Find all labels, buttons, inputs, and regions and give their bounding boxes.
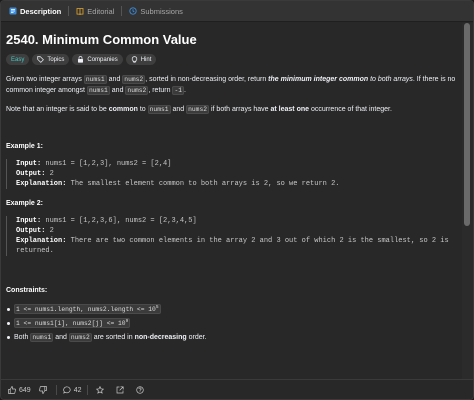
note-text: and	[170, 106, 187, 113]
thumbs-down-icon	[38, 386, 47, 394]
example-2-block: Input: nums1 = [1,2,3,6], nums2 = [2,3,4…	[6, 216, 458, 256]
statement-text: and	[106, 76, 123, 83]
nums1-code: nums1	[30, 332, 54, 342]
constraint-2-exponent: 9	[125, 318, 129, 324]
statement-emphasis: the minimum integer common	[268, 76, 369, 83]
example-1-heading: Example 1:	[6, 143, 43, 150]
statement-text: .	[184, 87, 186, 94]
nums2-code: nums2	[122, 75, 146, 84]
note-text: to	[137, 106, 148, 113]
problem-note: Note that an integer is said to be commo…	[6, 104, 458, 115]
tab-description-label: Description	[20, 6, 62, 16]
explanation-value: There are two common elements in the arr…	[66, 237, 449, 245]
input-value: nums1 = [1,2,3,6], nums2 = [2,3,4,5]	[41, 217, 197, 225]
statement-text: , sorted in non-decreasing order, return	[145, 76, 269, 83]
constraints-heading: Constraints:	[6, 287, 48, 294]
tab-submissions-label: Submissions	[140, 6, 183, 16]
tab-divider	[121, 6, 123, 16]
nums1-code: nums1	[86, 86, 110, 95]
explanation-continued: returned.	[16, 247, 54, 255]
tab-editorial-label: Editorial	[87, 6, 115, 16]
editorial-icon	[76, 7, 84, 15]
explanation-label: Explanation:	[16, 180, 67, 188]
problem-panel: Description Editorial Submissions 2540. …	[0, 0, 474, 400]
hint-label: Hint	[140, 56, 152, 63]
constraint-3-text: order.	[186, 333, 207, 341]
output-value: 2	[45, 227, 54, 235]
dislike-button[interactable]	[35, 383, 54, 398]
example-1-block: Input: nums1 = [1,2,3], nums2 = [2,4] Ou…	[6, 159, 458, 189]
problem-statement: Given two integer arrays nums1 and nums2…	[6, 74, 458, 96]
share-icon[interactable]	[116, 386, 125, 394]
input-value: nums1 = [1,2,3], nums2 = [2,4]	[41, 160, 172, 168]
tab-divider	[68, 6, 70, 16]
example-2-heading: Example 2:	[6, 200, 43, 207]
note-text: if both arrays have	[209, 106, 271, 113]
description-icon	[9, 7, 17, 15]
note-emphasis: common	[108, 106, 138, 113]
input-label: Input:	[16, 160, 42, 168]
topics-icon	[37, 56, 45, 63]
thumbs-up-icon	[8, 386, 16, 394]
explanation-label: Explanation:	[16, 237, 67, 245]
footer-divider	[55, 385, 57, 395]
minus-one-code: -1	[172, 86, 185, 95]
explanation-value: The smallest element common to both arra…	[66, 180, 340, 188]
note-text: Note that an integer is said to be	[6, 106, 109, 113]
hint-icon	[131, 56, 138, 63]
constraint-item: 1 <= nums1.length, nums2.length <= 105	[6, 302, 458, 316]
action-bar: 649 42	[1, 379, 473, 399]
constraint-1-exponent: 5	[155, 304, 159, 310]
star-icon[interactable]	[96, 386, 105, 394]
output-value: 2	[45, 170, 54, 178]
comment-icon	[62, 386, 71, 394]
nums1-code: nums1	[83, 75, 107, 84]
description-content: 2540. Minimum Common Value Easy Topics C…	[1, 23, 461, 378]
help-icon[interactable]	[136, 386, 145, 394]
nums1-code: nums1	[147, 105, 171, 114]
nums2-code: nums2	[125, 86, 149, 95]
constraint-3-text: and	[53, 333, 69, 341]
companies-label: Companies	[87, 56, 118, 63]
constraint-item: Both nums1 and nums2 are sorted in non-d…	[6, 330, 458, 344]
constraint-2-text: 1 <= nums1[i], nums2[j] <= 10	[16, 320, 126, 328]
constraint-item: 1 <= nums1[i], nums2[j] <= 109	[6, 316, 458, 330]
companies-chip[interactable]: Companies	[72, 54, 123, 65]
nums2-code: nums2	[186, 105, 210, 114]
tab-bar: Description Editorial Submissions	[1, 1, 473, 22]
tab-editorial[interactable]: Editorial	[71, 1, 119, 22]
submissions-icon	[129, 7, 138, 15]
statement-text: Given two integer arrays	[6, 76, 84, 83]
difficulty-badge: Easy	[6, 54, 30, 65]
output-label: Output:	[16, 170, 46, 178]
comment-count: 42	[73, 386, 82, 394]
like-button[interactable]: 649	[4, 383, 35, 398]
problem-title: 2540. Minimum Common Value	[6, 32, 197, 47]
tag-row: Easy Topics Companies Hint	[6, 54, 157, 65]
topics-label: Topics	[47, 56, 65, 63]
scrollbar-thumb[interactable]	[464, 23, 470, 226]
constraints-list: 1 <= nums1.length, nums2.length <= 105 1…	[6, 302, 458, 344]
footer-divider	[87, 385, 89, 395]
constraint-3-text: Both	[14, 333, 29, 341]
topics-chip[interactable]: Topics	[32, 54, 70, 65]
statement-text: and	[109, 87, 126, 94]
input-label: Input:	[16, 217, 42, 225]
statement-italic: to both arrays	[368, 76, 413, 83]
statement-text: , return	[148, 87, 173, 94]
lock-icon	[77, 56, 84, 63]
constraint-1-text: 1 <= nums1.length, nums2.length <= 10	[16, 306, 156, 314]
comments-button[interactable]: 42	[59, 383, 86, 398]
note-text: occurrence of that integer.	[309, 106, 392, 113]
nums2-code: nums2	[68, 332, 92, 342]
constraint-3-emphasis: non-decreasing	[134, 333, 187, 341]
tab-description[interactable]: Description	[4, 1, 66, 22]
like-count: 649	[19, 386, 31, 394]
constraint-3-text: are sorted in	[91, 333, 135, 341]
hint-chip[interactable]: Hint	[125, 54, 157, 65]
note-emphasis: at least one	[270, 106, 310, 113]
output-label: Output:	[16, 227, 46, 235]
tab-submissions[interactable]: Submissions	[124, 1, 188, 22]
scrollbar[interactable]	[462, 23, 473, 379]
